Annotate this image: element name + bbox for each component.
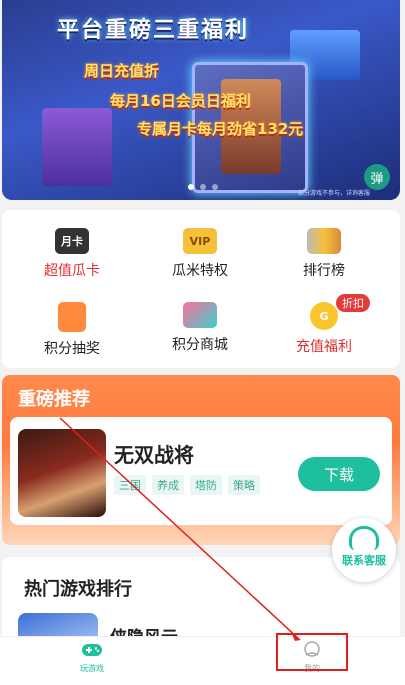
feature-menu: 月卡 超值瓜卡 VIP 瓜米特权 排行榜 积分抽奖 积分商城 折扣 G 充值福利	[2, 210, 400, 368]
promo-banner[interactable]: 平台重磅三重福利 周日充值折 每月16日会员日福利 专属月卡每月劲省132元 部…	[2, 0, 400, 200]
game-thumbnail[interactable]	[18, 429, 106, 517]
carousel-dot[interactable]	[188, 184, 194, 190]
game-tag: 三国	[114, 475, 146, 495]
gamepad-icon	[82, 644, 102, 656]
vip-crown-icon: VIP	[183, 228, 217, 254]
trophy-icon	[307, 228, 341, 254]
section-title: 热门游戏排行	[24, 579, 132, 600]
carousel-dot[interactable]	[200, 184, 206, 190]
nav-tab-games[interactable]: 玩游戏	[52, 641, 132, 674]
customer-service-button[interactable]: 联系客服	[332, 518, 396, 582]
game-tag: 策略	[228, 475, 260, 495]
game-card[interactable]: 无双战将 三国 养成 塔防 策略 下载	[10, 417, 392, 525]
menu-item-label: 排行榜	[303, 263, 345, 279]
menu-item-ranking[interactable]: 排行榜	[274, 228, 374, 280]
headset-icon	[349, 526, 379, 550]
banner-disclaimer: 部分游戏不参与，详询客服	[297, 190, 370, 197]
discount-badge: 折扣	[336, 294, 370, 312]
nav-label: 玩游戏	[80, 664, 104, 673]
download-button[interactable]: 下载	[298, 457, 380, 491]
shop-bag-icon	[183, 302, 217, 328]
game-tag: 塔防	[190, 475, 222, 495]
menu-item-label: 充值福利	[296, 339, 352, 355]
highlight-box	[276, 633, 348, 671]
carousel-dot[interactable]	[212, 184, 218, 190]
menu-item-vip[interactable]: VIP 瓜米特权	[150, 228, 250, 280]
danmu-button[interactable]: 弹	[364, 164, 390, 190]
gold-coin-icon: G	[310, 302, 338, 330]
banner-line: 专属月卡每月劲省132元	[137, 120, 304, 138]
month-card-icon: 月卡	[55, 228, 89, 254]
game-tags: 三国 养成 塔防 策略	[114, 475, 260, 495]
menu-item-lottery[interactable]: 积分抽奖	[22, 302, 122, 358]
game-tag: 养成	[152, 475, 184, 495]
menu-item-label: 超值瓜卡	[44, 263, 100, 279]
menu-item-shop[interactable]: 积分商城	[150, 302, 250, 354]
banner-line: 每月16日会员日福利	[110, 92, 251, 110]
banner-line: 周日充值折	[84, 62, 160, 80]
menu-item-recharge[interactable]: 折扣 G 充值福利	[274, 294, 374, 356]
recommend-section: 重磅推荐 无双战将 三国 养成 塔防 策略 下载	[2, 375, 400, 545]
menu-item-label: 积分抽奖	[44, 341, 100, 357]
lottery-icon	[58, 302, 86, 332]
menu-item-label: 积分商城	[172, 337, 228, 353]
gift-box-image	[42, 108, 112, 186]
game-name: 无双战将	[114, 443, 194, 467]
service-label: 联系客服	[342, 554, 386, 567]
menu-item-label: 瓜米特权	[172, 263, 228, 279]
section-title: 重磅推荐	[18, 389, 90, 410]
carousel-dots	[188, 184, 218, 190]
banner-title: 平台重磅三重福利	[57, 18, 250, 43]
menu-item-month-card[interactable]: 月卡 超值瓜卡	[22, 228, 122, 280]
